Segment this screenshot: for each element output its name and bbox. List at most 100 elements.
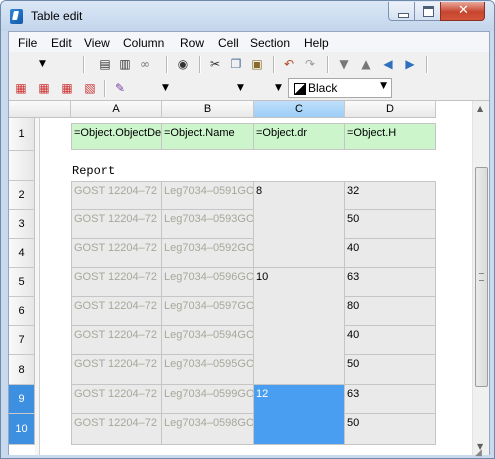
minimize-button[interactable] [388, 2, 415, 21]
header-row-cell[interactable]: =Object.ObjectDes [71, 123, 162, 150]
move-left-icon[interactable]: ◀ [380, 56, 396, 72]
row-header[interactable]: 3 [9, 210, 35, 239]
table-cell[interactable] [254, 297, 345, 326]
table-cell[interactable]: 63 [345, 385, 436, 414]
scroll-up-icon[interactable]: ▲ [477, 104, 483, 113]
table-cell[interactable]: 63 [345, 268, 436, 297]
copy-icon[interactable]: ❐ [228, 56, 244, 72]
color-dropdown-arrow-left[interactable]: ▼ [275, 80, 282, 96]
size-dropdown-arrow[interactable]: ▼ [237, 80, 244, 96]
row-header[interactable]: 9 [9, 385, 35, 414]
table-cell[interactable] [254, 239, 345, 268]
paste-icon[interactable]: ▣ [249, 56, 265, 72]
table-cell[interactable]: 50 [345, 414, 436, 445]
table-cell[interactable]: GOST 12204–72 [71, 268, 162, 297]
table-cell[interactable]: Leg7034–0592GO [162, 239, 254, 268]
menu-file[interactable]: File [18, 36, 37, 50]
table-cell[interactable] [254, 326, 345, 355]
column-header-d[interactable]: D [345, 101, 436, 118]
table-cell[interactable]: Leg7034–0597GO [162, 297, 254, 326]
table-cell[interactable]: 50 [345, 210, 436, 239]
scroll-thumb[interactable] [475, 167, 488, 387]
row-header[interactable]: 8 [9, 355, 35, 385]
table-cell[interactable]: 32 [345, 181, 436, 210]
column-header-b[interactable]: B [162, 101, 254, 118]
row-header[interactable] [9, 151, 35, 181]
copy-format-icon[interactable]: ▤ [97, 56, 113, 72]
menu-help[interactable]: Help [304, 36, 329, 50]
edit-cell-icon[interactable]: ▧ [82, 80, 98, 96]
table-cell[interactable]: GOST 12204–72 [71, 297, 162, 326]
menu-view[interactable]: View [84, 36, 110, 50]
paste-format-icon[interactable]: ▥ [117, 56, 133, 72]
move-right-icon[interactable]: ▶ [402, 56, 418, 72]
table-cell[interactable]: Leg7034–0591GO [162, 181, 254, 210]
main-toolbar: ▼ ▤ ▥ ∞ ◉ ✂ ❐ ▣ ↶ ↷ ▼ ▲ ◀ ▶ [9, 53, 489, 77]
row-header[interactable]: 4 [9, 239, 35, 268]
move-up-icon[interactable]: ▲ [358, 56, 374, 72]
selected-cell[interactable]: 12 [254, 385, 345, 445]
table-cell[interactable]: Leg7034–0596GO [162, 268, 254, 297]
table-cell[interactable]: GOST 12204–72 [71, 414, 162, 445]
insert-row-icon[interactable]: ▦ [13, 80, 29, 96]
brush-icon[interactable]: ✎ [112, 80, 128, 96]
row-header[interactable]: 1 [9, 118, 35, 151]
close-icon: ✕ [458, 3, 469, 18]
font-dropdown-arrow[interactable]: ▼ [162, 80, 169, 96]
corner-header[interactable] [9, 101, 71, 118]
title-bar[interactable]: Table edit ✕ [1, 1, 494, 31]
maximize-button[interactable] [414, 2, 441, 21]
menu-cell[interactable]: Cell [218, 36, 239, 50]
column-header-a[interactable]: A [71, 101, 162, 118]
view-eye-icon[interactable]: ◉ [175, 56, 191, 72]
table-cell[interactable]: Leg7034–0594GO [162, 326, 254, 355]
table-cell[interactable]: GOST 12204–72 [71, 385, 162, 414]
chevron-down-icon[interactable]: ▼ [380, 81, 387, 91]
menu-edit[interactable]: Edit [51, 36, 72, 50]
row-header[interactable]: 7 [9, 326, 35, 355]
table-cell[interactable]: 40 [345, 239, 436, 268]
header-row-cell[interactable]: =Object.dr [254, 123, 345, 150]
column-header-c[interactable]: C [254, 101, 345, 118]
table-cell[interactable]: 8 [254, 181, 345, 210]
table-cell[interactable]: GOST 12204–72 [71, 181, 162, 210]
row-header[interactable]: 2 [9, 181, 35, 210]
minimize-icon [398, 13, 409, 18]
cut-icon[interactable]: ✂ [207, 56, 223, 72]
row-header[interactable]: 6 [9, 297, 35, 326]
header-row-cell[interactable]: =Object.H [345, 123, 436, 150]
table-cell[interactable]: GOST 12204–72 [71, 355, 162, 385]
table-cell[interactable]: GOST 12204–72 [71, 210, 162, 239]
table-cell[interactable]: 50 [345, 355, 436, 385]
redo-icon[interactable]: ↷ [302, 56, 318, 72]
table-cell[interactable]: 10 [254, 268, 345, 297]
menu-row[interactable]: Row [180, 36, 204, 50]
resize-grip-icon[interactable]: ◢ [475, 448, 482, 458]
merge-cells-icon[interactable]: ▦ [59, 80, 75, 96]
header-row-cell[interactable]: =Object.Name [162, 123, 254, 150]
table-cell[interactable]: 40 [345, 326, 436, 355]
move-down-icon[interactable]: ▼ [336, 56, 352, 72]
table-cell[interactable]: GOST 12204–72 [71, 326, 162, 355]
table-grid[interactable]: A B C D Report ▲ ▼ 1 2 3 4 5 6 7 8 9 10 =Object.Ob… [9, 100, 489, 455]
row-header[interactable]: 10 [9, 414, 35, 445]
table-cell[interactable]: Leg7034–0598GO [162, 414, 254, 445]
table-cell[interactable]: GOST 12204–72 [71, 239, 162, 268]
insert-dropdown-arrow[interactable]: ▼ [39, 56, 46, 72]
table-cell[interactable]: 80 [345, 297, 436, 326]
table-cell[interactable]: Leg7034–0595GO [162, 355, 254, 385]
row-header[interactable]: 5 [9, 268, 35, 297]
menu-section[interactable]: Section [250, 36, 290, 50]
color-swatch [294, 83, 306, 95]
table-cell[interactable]: Leg7034–0593GO [162, 210, 254, 239]
table-cell[interactable] [254, 210, 345, 239]
color-select[interactable]: Black ▼ [288, 78, 392, 98]
table-cell[interactable]: Leg7034–0599GO [162, 385, 254, 414]
menu-column[interactable]: Column [123, 36, 164, 50]
close-button[interactable]: ✕ [440, 2, 485, 21]
link-icon[interactable]: ∞ [137, 56, 153, 72]
vertical-scrollbar[interactable]: ▲ ▼ [472, 101, 489, 455]
undo-icon[interactable]: ↶ [281, 56, 297, 72]
table-cell[interactable] [254, 355, 345, 385]
insert-column-icon[interactable]: ▦ [36, 80, 52, 96]
